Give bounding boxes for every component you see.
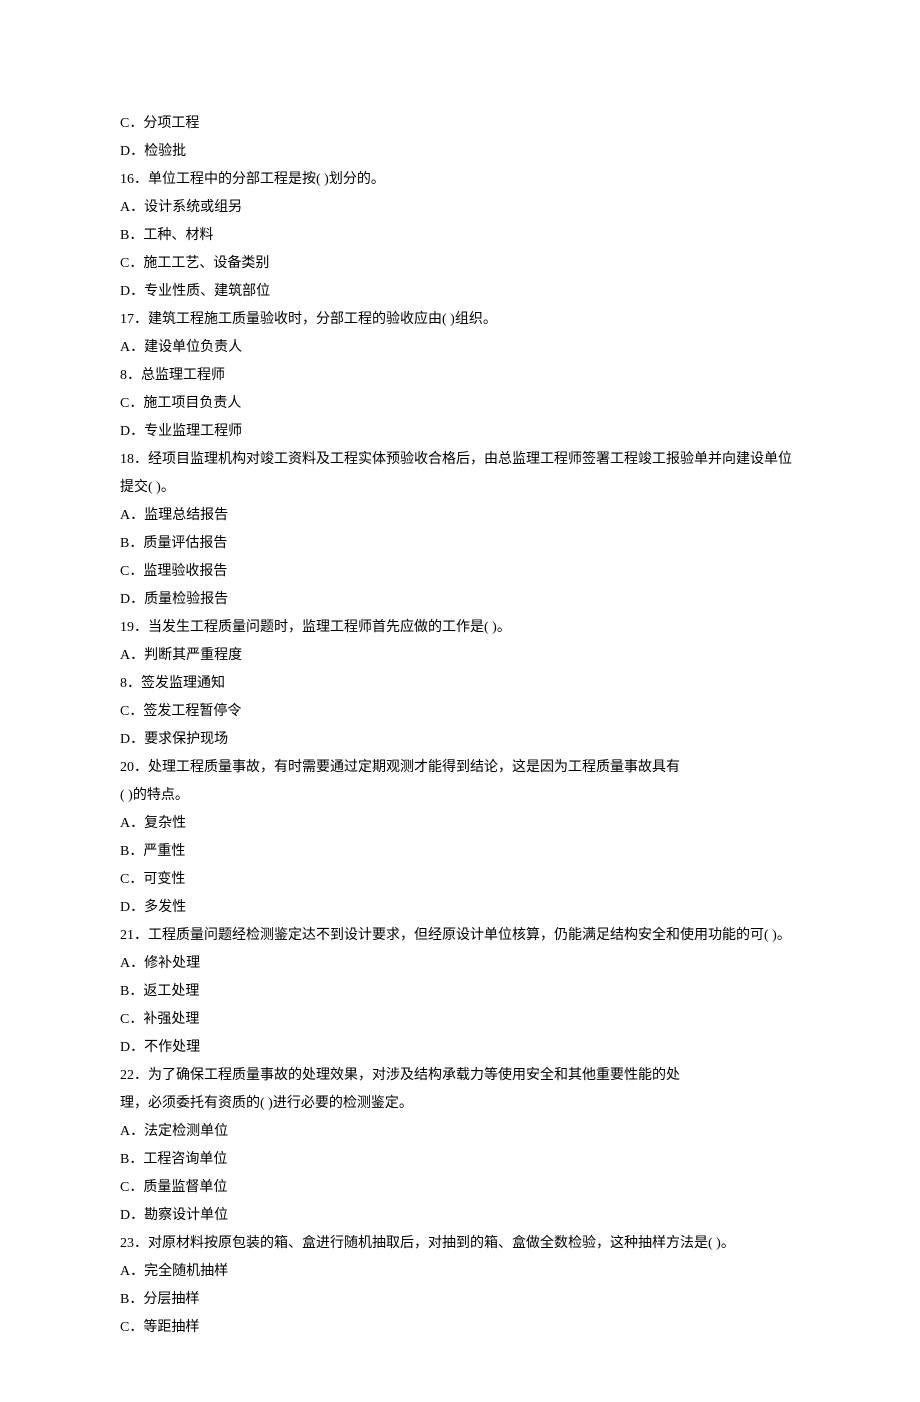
text-line: 23．对原材料按原包装的箱、盒进行随机抽取后，对抽到的箱、盒做全数检验，这种抽样… [120,1230,800,1258]
text-line: 22．为了确保工程质量事故的处理效果，对涉及结构承载力等使用安全和其他重要性能的… [120,1062,800,1090]
text-line: C．签发工程暂停令 [120,698,800,726]
text-line: 8．签发监理通知 [120,670,800,698]
text-line: A．监理总结报告 [120,502,800,530]
text-line: 理，必须委托有资质的( )进行必要的检测鉴定。 [120,1090,800,1118]
text-line: A．判断其严重程度 [120,642,800,670]
text-line: C．等距抽样 [120,1314,800,1342]
text-line: B．质量评估报告 [120,530,800,558]
text-line: C．施工工艺、设备类别 [120,250,800,278]
text-line: 21．工程质量问题经检测鉴定达不到设计要求，但经原设计单位核算，仍能满足结构安全… [120,922,800,950]
text-line: A．设计系统或组另 [120,194,800,222]
text-line: D．要求保护现场 [120,726,800,754]
text-line: D．检验批 [120,138,800,166]
text-line: 20．处理工程质量事故，有时需要通过定期观测才能得到结论，这是因为工程质量事故具… [120,754,800,782]
text-line: C．施工项目负责人 [120,390,800,418]
text-line: B．返工处理 [120,978,800,1006]
text-line: B．严重性 [120,838,800,866]
text-line: C．质量监督单位 [120,1174,800,1202]
text-line: B．工程咨询单位 [120,1146,800,1174]
text-line: A．复杂性 [120,810,800,838]
text-line: D．专业监理工程师 [120,418,800,446]
exam-document-body: C．分项工程D．检验批16．单位工程中的分部工程是按( )划分的。A．设计系统或… [120,110,800,1342]
text-line: D．多发性 [120,894,800,922]
text-line: C．分项工程 [120,110,800,138]
text-line: A．建设单位负责人 [120,334,800,362]
text-line: ( )的特点。 [120,782,800,810]
text-line: D．勘察设计单位 [120,1202,800,1230]
text-line: C．监理验收报告 [120,558,800,586]
text-line: D．质量检验报告 [120,586,800,614]
text-line: D．不作处理 [120,1034,800,1062]
text-line: 18．经项目监理机构对竣工资料及工程实体预验收合格后，由总监理工程师签署工程竣工… [120,446,800,502]
text-line: 8．总监理工程师 [120,362,800,390]
text-line: 19．当发生工程质量问题时，监理工程师首先应做的工作是( )。 [120,614,800,642]
text-line: 17．建筑工程施工质量验收时，分部工程的验收应由( )组织。 [120,306,800,334]
text-line: A．修补处理 [120,950,800,978]
text-line: D．专业性质、建筑部位 [120,278,800,306]
text-line: A．法定检测单位 [120,1118,800,1146]
text-line: A．完全随机抽样 [120,1258,800,1286]
text-line: B．工种、材料 [120,222,800,250]
text-line: C．补强处理 [120,1006,800,1034]
text-line: C．可变性 [120,866,800,894]
text-line: 16．单位工程中的分部工程是按( )划分的。 [120,166,800,194]
text-line: B．分层抽样 [120,1286,800,1314]
